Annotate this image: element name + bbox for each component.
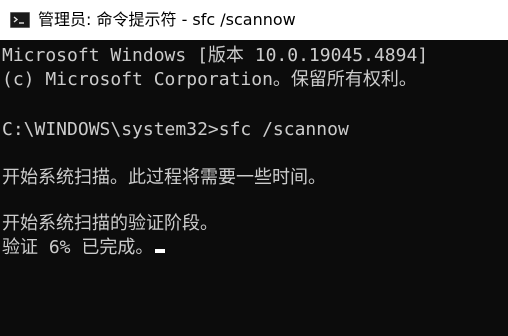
console-output[interactable]: Microsoft Windows [版本 10.0.19045.4894] (… xyxy=(0,40,508,336)
console-line-command: C:\WINDOWS\system32>sfc /scannow xyxy=(2,119,349,140)
command-prompt-window: 管理员: 命令提示符 - sfc /scannow Microsoft Wind… xyxy=(0,0,508,336)
console-line-verification-phase: 开始系统扫描的验证阶段。 xyxy=(2,213,218,234)
cmd-icon xyxy=(10,12,30,28)
console-line-progress: 验证 6% 已完成。 xyxy=(2,236,166,260)
progress-text: 验证 6% 已完成。 xyxy=(2,237,154,258)
text-cursor xyxy=(155,249,166,253)
title-bar[interactable]: 管理员: 命令提示符 - sfc /scannow xyxy=(0,0,508,40)
console-line-version: Microsoft Windows [版本 10.0.19045.4894] xyxy=(2,45,429,66)
console-line-scan-start: 开始系统扫描。此过程将需要一些时间。 xyxy=(2,167,326,188)
window-title: 管理员: 命令提示符 - sfc /scannow xyxy=(38,10,296,29)
console-line-copyright: (c) Microsoft Corporation。保留所有权利。 xyxy=(2,69,417,90)
